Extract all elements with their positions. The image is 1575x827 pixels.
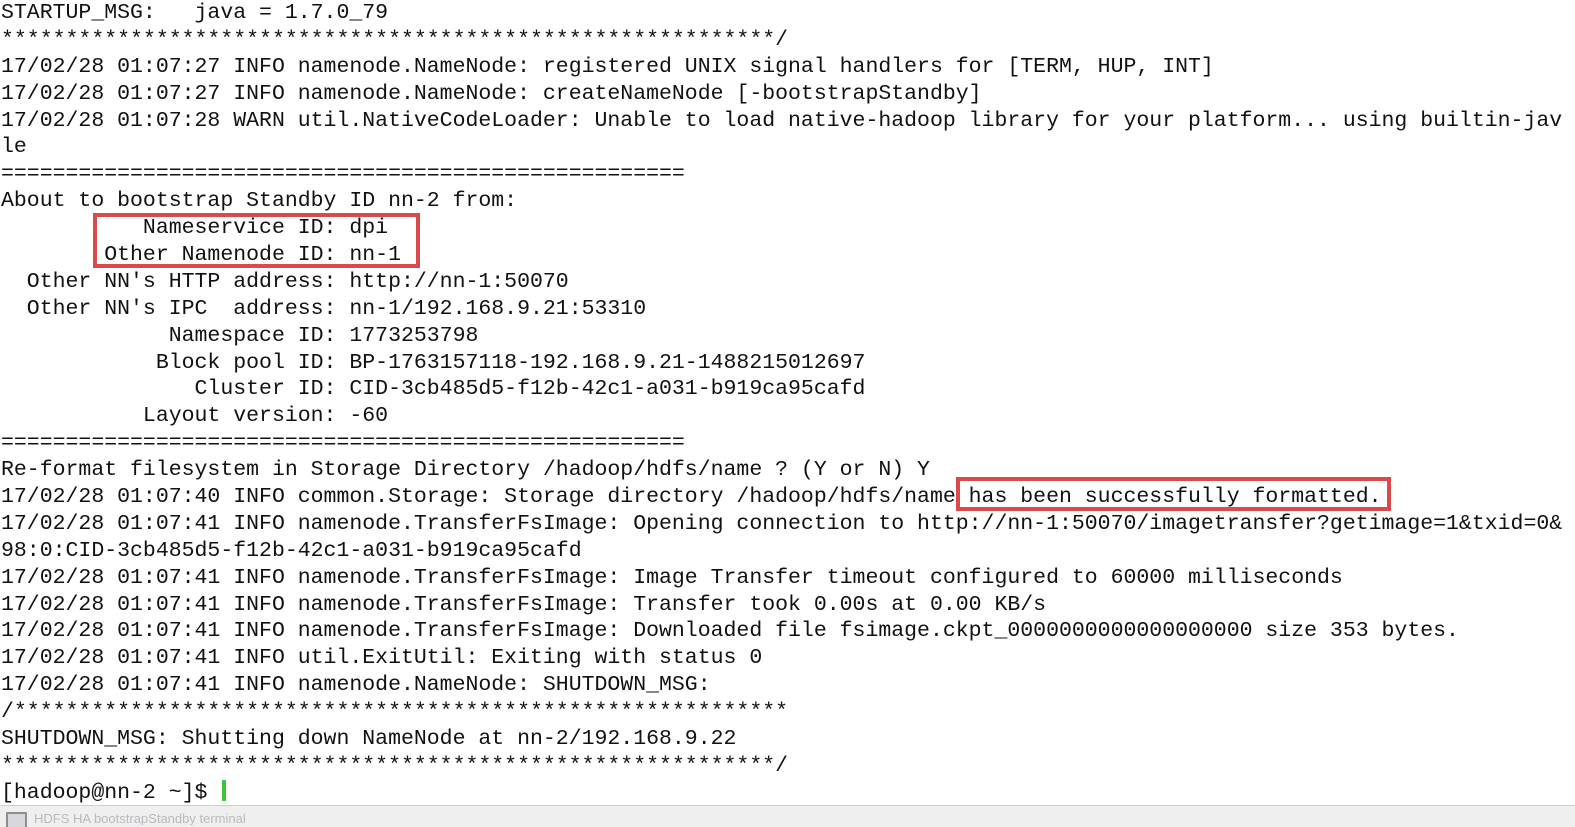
terminal-line: ****************************************…: [1, 27, 789, 52]
terminal-output: STARTUP_MSG: java = 1.7.0_79 ***********…: [0, 0, 1575, 805]
terminal-line: 17/02/28 01:07:28 WARN util.NativeCodeLo…: [1, 108, 1563, 133]
terminal-window[interactable]: STARTUP_MSG: java = 1.7.0_79 ***********…: [0, 0, 1575, 805]
terminal-line: STARTUP_MSG: java = 1.7.0_79: [1, 1, 389, 25]
terminal-line: ========================================…: [1, 162, 685, 187]
window-icon[interactable]: [6, 812, 27, 827]
terminal-line: 17/02/28 01:07:41 INFO namenode.Transfer…: [1, 565, 1343, 590]
terminal-line: Cluster ID: CID-3cb485d5-f12b-42c1-a031-…: [1, 377, 866, 402]
taskbar[interactable]: HDFS HA bootstrapStandby terminal: [0, 805, 1575, 827]
terminal-line: Layout version: -60: [1, 404, 389, 429]
terminal-line: About to bootstrap Standby ID nn-2 from:: [1, 189, 518, 214]
terminal-line: 17/02/28 01:07:27 INFO namenode.NameNode…: [1, 54, 1214, 79]
terminal-line: Nameservice ID: dpi: [1, 216, 389, 241]
terminal-line: 17/02/28 01:07:41 INFO namenode.Transfer…: [1, 592, 1047, 617]
terminal-line: Namespace ID: 1773253798: [1, 323, 479, 348]
terminal-line: 17/02/28 01:07:41 INFO namenode.Transfer…: [1, 511, 1563, 536]
taskbar-window-label[interactable]: HDFS HA bootstrapStandby terminal: [34, 812, 246, 825]
terminal-line: Other Namenode ID: nn-1: [1, 243, 401, 268]
terminal-line: 17/02/28 01:07:27 INFO namenode.NameNode…: [1, 81, 982, 106]
terminal-line: le: [1, 135, 27, 160]
text-cursor: [222, 779, 227, 801]
terminal-prompt-line[interactable]: [hadoop@nn-2 ~]$: [0, 779, 1575, 805]
terminal-line: 17/02/28 01:07:40 INFO common.Storage: S…: [1, 485, 1382, 510]
terminal-line: /***************************************…: [1, 700, 789, 725]
terminal-line: ****************************************…: [1, 753, 789, 778]
terminal-line: SHUTDOWN_MSG: Shutting down NameNode at …: [1, 727, 737, 752]
terminal-line: 98:0:CID-3cb485d5-f12b-42c1-a031-b919ca9…: [1, 538, 582, 563]
shell-prompt: [hadoop@nn-2 ~]$: [1, 780, 221, 805]
terminal-line: Block pool ID: BP-1763157118-192.168.9.2…: [1, 350, 866, 375]
terminal-line: 17/02/28 01:07:41 INFO util.ExitUtil: Ex…: [1, 646, 763, 671]
terminal-line: ========================================…: [1, 431, 685, 456]
terminal-line: Other NN's IPC address: nn-1/192.168.9.2…: [1, 296, 647, 321]
terminal-line: 17/02/28 01:07:41 INFO namenode.NameNode…: [1, 673, 711, 698]
terminal-line: 17/02/28 01:07:41 INFO namenode.Transfer…: [1, 619, 1459, 644]
terminal-line: Re-format filesystem in Storage Director…: [1, 458, 930, 483]
terminal-line: Other NN's HTTP address: http://nn-1:500…: [1, 269, 569, 294]
